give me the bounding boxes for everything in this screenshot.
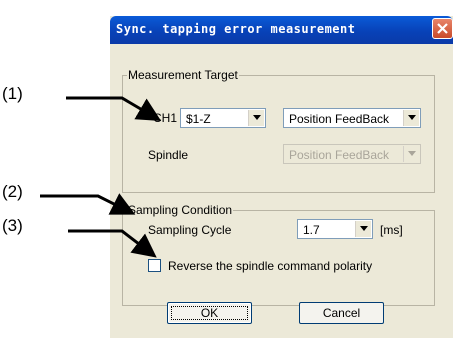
- callout-arrow-2: [40, 193, 136, 215]
- callout-arrow-3: [68, 229, 157, 258]
- callout-arrow-1: [66, 96, 162, 122]
- callout-arrows: [40, 96, 162, 258]
